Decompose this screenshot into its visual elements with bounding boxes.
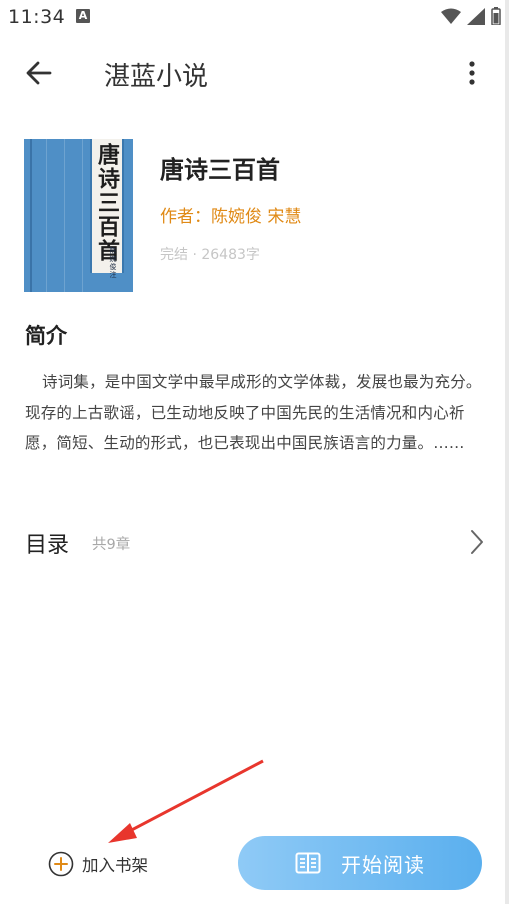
book-status: 完结 · 26483字	[160, 247, 260, 263]
back-button[interactable]	[22, 56, 56, 90]
intro-text: 诗词集，是中国文学中最早成形的文学体裁，发展也最为充分。现存的上古歌谣，已生动地…	[25, 373, 482, 452]
catalog-count: 共9章	[92, 537, 131, 553]
start-reading-button[interactable]: 开始阅读	[238, 836, 482, 890]
book-title: 唐诗三百首	[160, 156, 280, 184]
cover-line	[64, 139, 65, 292]
status-bar: 11:34 A	[0, 0, 509, 36]
cover-binding	[30, 139, 32, 292]
app-bar: 湛蓝小说	[0, 40, 505, 106]
cover-line	[82, 139, 83, 292]
signal-icon	[467, 7, 485, 25]
book-cover[interactable]: 唐诗三百首 陈婉俊注	[24, 139, 133, 292]
notification-icon: A	[76, 9, 90, 23]
arrow-left-icon	[26, 61, 52, 85]
cover-label: 唐诗三百首	[90, 139, 124, 273]
start-reading-label: 开始阅读	[341, 852, 425, 877]
wifi-icon	[441, 8, 461, 24]
open-book-icon	[295, 852, 321, 874]
more-vertical-icon	[469, 61, 475, 85]
catalog-label: 目录	[25, 533, 70, 558]
page-title: 湛蓝小说	[104, 62, 209, 92]
status-time: 11:34	[8, 6, 66, 28]
screen-edge	[505, 0, 509, 904]
catalog-row[interactable]: 目录 共9章	[0, 515, 505, 571]
intro-heading: 简介	[25, 324, 67, 348]
book-author[interactable]: 作者：陈婉俊 宋慧	[160, 202, 301, 227]
cover-publisher: 陈婉俊注	[109, 247, 117, 279]
add-to-shelf-label: 加入书架	[82, 856, 148, 875]
add-to-shelf-button[interactable]: 加入书架	[48, 848, 148, 880]
cover-title: 唐诗三百首	[94, 143, 120, 263]
more-options-button[interactable]	[459, 56, 485, 90]
plus-circle-icon	[48, 851, 74, 877]
status-icons	[441, 7, 501, 25]
cover-line	[46, 139, 47, 292]
battery-icon	[491, 7, 501, 25]
chevron-right-icon	[471, 530, 483, 554]
